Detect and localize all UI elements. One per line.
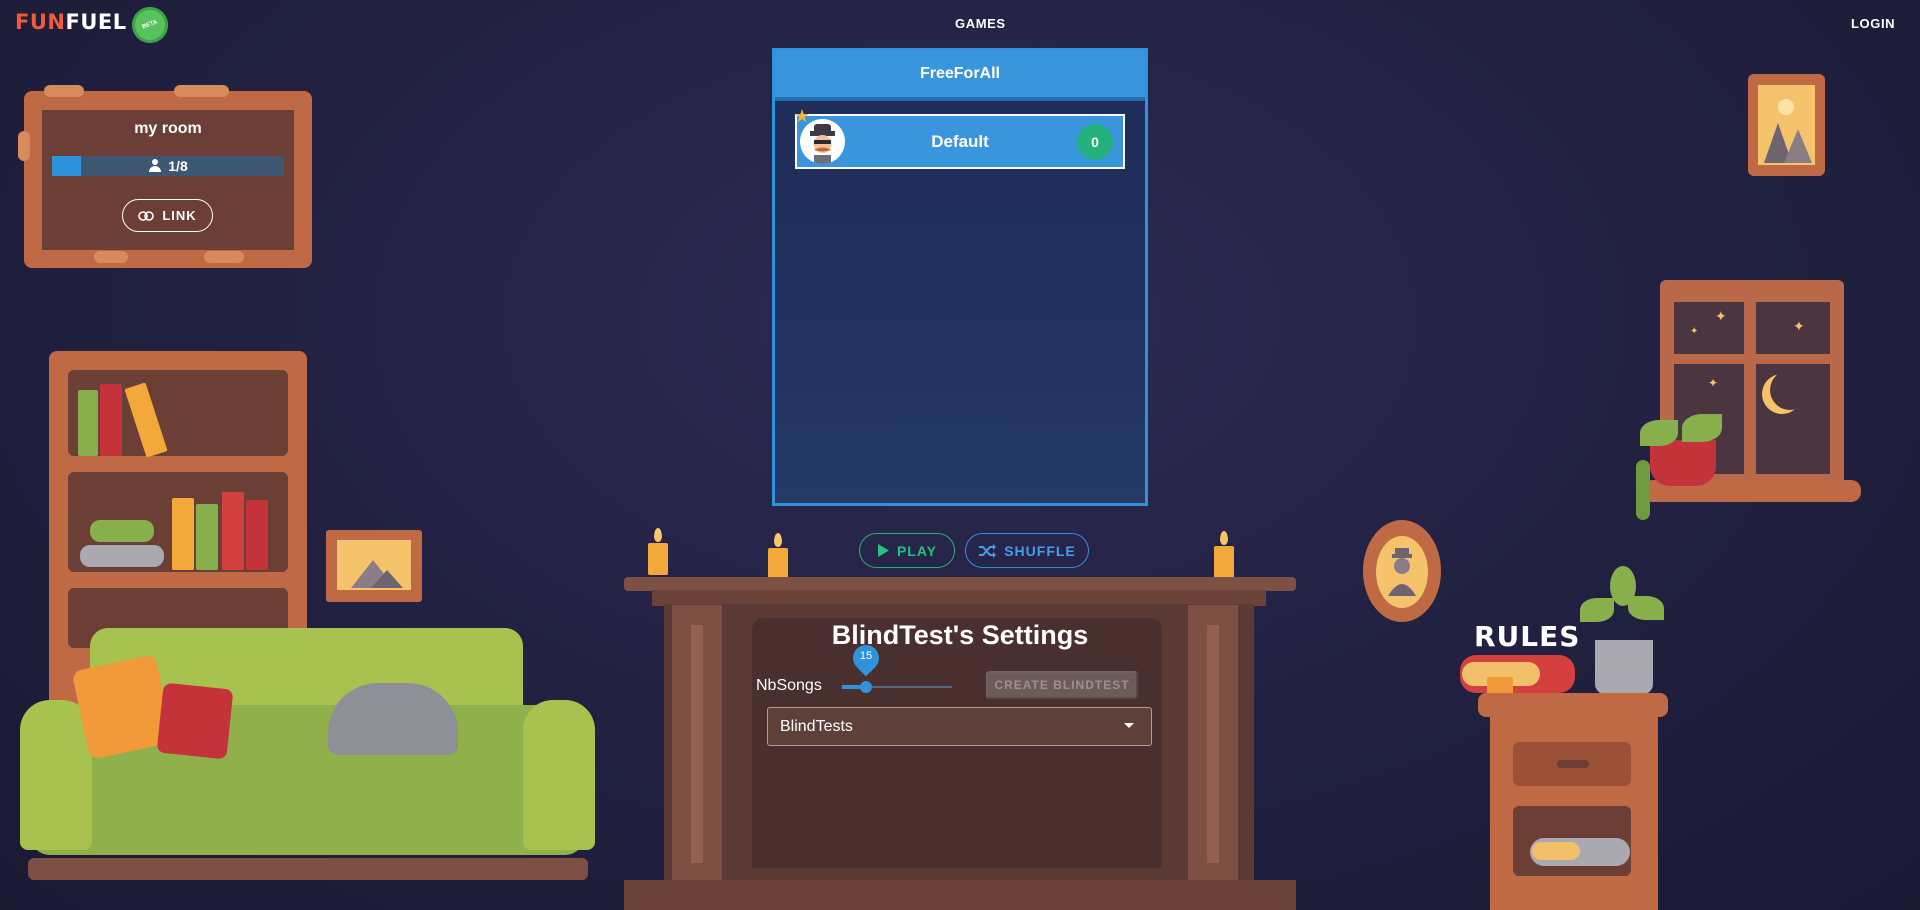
settings-title: BlindTest's Settings	[831, 620, 1089, 650]
flame-icon	[774, 533, 782, 547]
book-icon	[1532, 842, 1580, 860]
chevron-down-icon	[1124, 723, 1134, 728]
book	[172, 498, 194, 570]
mountain-picture	[337, 540, 411, 590]
portrait-figure-icon	[1388, 548, 1416, 596]
shuffle-label: SHUFFLE	[1004, 542, 1076, 559]
badge-text: BETA	[141, 19, 159, 31]
sleeping-cat-icon	[328, 683, 458, 755]
copy-link-button[interactable]: LINK	[122, 199, 213, 232]
nightstand-top	[1478, 693, 1668, 717]
plant-pot	[1595, 640, 1653, 694]
user-icon	[148, 159, 162, 173]
fireplace-mantle	[624, 577, 1296, 591]
app-logo[interactable]: FUNFUEL	[15, 10, 127, 34]
star-icon: ✦	[1708, 376, 1719, 390]
book	[222, 492, 244, 570]
logo-fuel-text: FUEL	[65, 10, 127, 34]
book	[196, 504, 218, 570]
nbsongs-label: NbSongs	[756, 677, 822, 694]
star-icon: ✦	[1690, 326, 1699, 337]
leaf-icon	[1580, 598, 1614, 622]
candle-icon	[768, 548, 788, 580]
shuffle-icon	[979, 543, 997, 558]
pillow-red	[156, 682, 234, 760]
flame-icon	[654, 528, 662, 542]
candle-icon	[648, 543, 668, 575]
couch-arm-left	[20, 700, 92, 850]
play-button[interactable]: PLAY	[859, 533, 955, 568]
blindtests-select[interactable]: BlindTests	[767, 707, 1152, 746]
leaf-icon	[1610, 566, 1636, 606]
drawer-handle	[1557, 760, 1589, 768]
team-score-badge: 0	[1077, 124, 1113, 160]
couch-base	[28, 858, 588, 880]
nbsongs-slider-value: 15	[859, 650, 873, 662]
book	[246, 500, 268, 570]
moon-icon	[1770, 370, 1810, 410]
team-mode-header: FreeForAll	[775, 51, 1145, 101]
create-blindtest-button[interactable]: CREATE BLINDTEST	[986, 671, 1138, 699]
play-label: PLAY	[896, 542, 938, 559]
book	[78, 390, 98, 456]
book	[90, 520, 154, 542]
beta-badge-icon: BETA	[132, 7, 168, 43]
nav-games-link[interactable]: GAMES	[955, 16, 1006, 31]
hanging-planter	[1650, 440, 1716, 486]
fireplace-column-left	[672, 605, 722, 883]
play-icon	[877, 544, 889, 557]
candle-icon	[1214, 546, 1234, 578]
player-count-text: 1/8	[168, 158, 188, 174]
leaf-icon	[1640, 420, 1678, 446]
leaf-icon	[1628, 596, 1664, 620]
logo-fun-text: FUN	[15, 10, 66, 34]
flame-icon	[1220, 531, 1228, 545]
nbsongs-slider-thumb[interactable]	[860, 681, 872, 693]
team-name: Default	[931, 131, 989, 151]
oval-portrait	[1376, 536, 1428, 608]
book	[80, 545, 164, 567]
room-title: my room	[134, 120, 202, 137]
fireplace-hearth	[624, 880, 1296, 910]
star-icon: ✦	[1793, 318, 1805, 334]
mountain-sun-icon	[1764, 99, 1812, 163]
leaf-icon	[1682, 414, 1722, 442]
shuffle-button[interactable]: SHUFFLE	[965, 533, 1089, 568]
player-count: 1/8	[52, 156, 284, 176]
book	[100, 384, 122, 456]
star-icon: ✦	[1715, 308, 1727, 324]
vine-icon	[1636, 460, 1650, 520]
nav-login-link[interactable]: LOGIN	[1851, 16, 1895, 31]
link-icon	[138, 210, 155, 221]
rules-link[interactable]: RULES	[1474, 620, 1580, 653]
blindtests-select-value: BlindTests	[780, 717, 853, 735]
link-label: LINK	[162, 208, 197, 223]
tall-picture	[1758, 85, 1815, 165]
mountain-icon	[351, 560, 403, 588]
couch-arm-right	[523, 700, 595, 850]
crown-icon: ★	[794, 106, 811, 126]
fireplace-column-right	[1188, 605, 1238, 883]
